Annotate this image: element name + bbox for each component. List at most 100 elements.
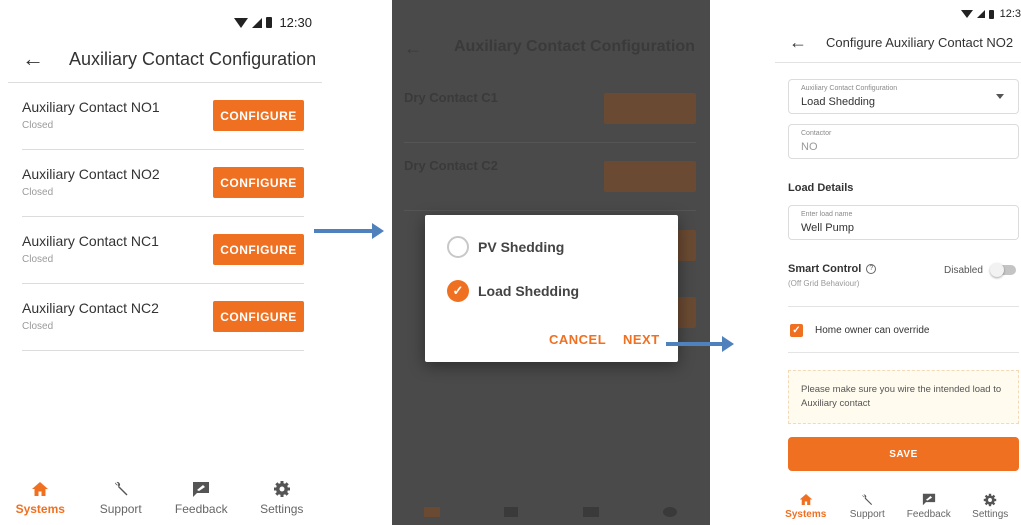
next-button[interactable]: NEXT (623, 332, 660, 347)
configure-button[interactable]: CONFIGURE (213, 167, 304, 198)
radio-checked-icon[interactable]: ✓ (447, 280, 469, 302)
dimmed-nav-item (631, 503, 711, 525)
feedback-icon (922, 491, 936, 508)
bottom-navigation: Systems Support Feedback Settings (775, 489, 1021, 525)
field-label: Contactor (801, 130, 832, 137)
option-label: Load Shedding (478, 283, 580, 299)
status-bar: 12:30 (0, 0, 322, 40)
section-title: Load Details (788, 182, 854, 194)
contact-name: Auxiliary Contact NC2 (22, 300, 159, 316)
nav-settings[interactable]: Settings (242, 475, 323, 525)
list-item: Auxiliary Contact NC2 Closed CONFIGURE (22, 284, 304, 351)
checkbox-label: Home owner can override (815, 325, 930, 336)
configure-button[interactable]: CONFIGURE (213, 301, 304, 332)
smart-control-state: Disabled (944, 265, 983, 276)
list-item: Auxiliary Contact NC1 Closed CONFIGURE (22, 217, 304, 284)
toggle-knob (990, 263, 1004, 277)
nav-feedback[interactable]: Feedback (898, 489, 960, 525)
list-item: Auxiliary Contact NO2 Closed CONFIGURE (22, 150, 304, 217)
dimmed-nav-item (392, 503, 472, 525)
nav-support[interactable]: Support (81, 475, 162, 525)
contact-state: Closed (22, 254, 54, 265)
screen-auxiliary-contact-list: 12:30 ← Auxiliary Contact Configuration … (0, 0, 322, 525)
radio-unchecked-icon[interactable] (447, 236, 469, 258)
checkbox-checked-icon[interactable]: ✓ (790, 324, 803, 337)
contact-name: Auxiliary Contact NO2 (22, 166, 160, 182)
home-icon (799, 491, 813, 508)
configure-button[interactable]: CONFIGURE (213, 100, 304, 131)
option-label: PV Shedding (478, 239, 565, 255)
status-time: 12:3 (999, 8, 1021, 20)
nav-systems[interactable]: Systems (0, 475, 81, 525)
configuration-dropdown[interactable]: Auxiliary Contact Configuration Load She… (788, 79, 1019, 114)
nav-settings[interactable]: Settings (960, 489, 1021, 525)
list-item: Auxiliary Contact NO1 Closed CONFIGURE (22, 83, 304, 150)
contactor-field: Contactor NO (788, 124, 1019, 159)
screen-shedding-dialog: ← Auxiliary Contact Configuration Dry Co… (392, 0, 710, 525)
nav-label: Feedback (906, 509, 951, 520)
nav-feedback[interactable]: Feedback (161, 475, 242, 525)
battery-icon (266, 17, 273, 28)
nav-label: Support (99, 502, 142, 516)
back-arrow-icon[interactable]: ← (22, 48, 44, 70)
app-bar: ← Configure Auxiliary Contact NO2 (775, 30, 1021, 54)
wiring-notice: Please make sure you wire the intended l… (788, 370, 1019, 424)
wifi-icon (960, 10, 973, 18)
smart-control-toggle[interactable] (990, 263, 1016, 277)
contact-state: Closed (22, 187, 54, 198)
wrench-icon (860, 491, 874, 508)
dimmed-back-arrow-icon: ← (404, 38, 422, 58)
caret-down-icon (996, 94, 1004, 99)
nav-label: Support (849, 509, 885, 520)
save-button[interactable]: SAVE (788, 437, 1019, 471)
shedding-type-dialog: PV Shedding ✓ Load Shedding CANCEL NEXT (425, 215, 678, 362)
dimmed-button (676, 230, 696, 261)
configure-button[interactable]: CONFIGURE (213, 234, 304, 265)
field-value: Load Shedding (801, 96, 876, 108)
dimmed-item: Dry Contact C2 (404, 158, 498, 173)
nav-support[interactable]: Support (837, 489, 899, 525)
back-arrow-icon[interactable]: ← (789, 33, 807, 51)
flow-arrow (666, 336, 734, 352)
field-value: Well Pump (801, 222, 854, 234)
nav-label: Settings (972, 509, 1009, 520)
bottom-navigation: Systems Support Feedback Settings (0, 475, 322, 525)
app-bar: ← Auxiliary Contact Configuration (0, 44, 322, 74)
dimmed-button (676, 297, 696, 328)
status-time: 12:30 (279, 15, 312, 30)
wifi-icon (234, 17, 249, 28)
help-icon[interactable]: ? (866, 264, 877, 274)
nav-label: Systems (785, 509, 827, 520)
smart-control-subtitle: (Off Grid Behaviour) (788, 279, 860, 288)
contact-state: Closed (22, 321, 54, 332)
wrench-icon (112, 478, 130, 500)
dimmed-divider (404, 210, 696, 211)
home-owner-override-checkbox[interactable]: ✓ Home owner can override (790, 324, 930, 337)
dimmed-item: Dry Contact C1 (404, 90, 498, 105)
dimmed-button (604, 161, 696, 192)
dimmed-nav-item (551, 503, 631, 525)
option-load-shedding[interactable]: ✓ Load Shedding (447, 280, 579, 302)
cancel-button[interactable]: CANCEL (549, 332, 606, 347)
nav-systems[interactable]: Systems (775, 489, 837, 525)
dimmed-divider (404, 142, 696, 143)
dimmed-title: Auxiliary Contact Configuration (454, 38, 695, 55)
nav-label: Systems (15, 502, 65, 516)
dimmed-button (604, 93, 696, 124)
notice-text: Please make sure you wire the intended l… (801, 384, 1002, 409)
cell-signal-icon (976, 10, 985, 18)
cell-signal-icon (252, 17, 263, 28)
gear-icon (273, 478, 291, 500)
load-name-input[interactable]: Enter load name Well Pump (788, 205, 1019, 240)
flow-arrow (314, 223, 384, 239)
screen-configure-contact: 12:3 ← Configure Auxiliary Contact NO2 A… (775, 0, 1021, 525)
gear-icon (983, 491, 997, 508)
page-title: Auxiliary Contact Configuration (69, 48, 317, 69)
option-pv-shedding[interactable]: PV Shedding (447, 236, 564, 258)
divider (788, 352, 1019, 353)
field-label: Enter load name (801, 211, 853, 218)
dimmed-bottom-navigation (392, 503, 710, 525)
field-label: Auxiliary Contact Configuration (801, 85, 898, 92)
contact-name: Auxiliary Contact NO1 (22, 99, 160, 115)
contact-state: Closed (22, 120, 54, 131)
